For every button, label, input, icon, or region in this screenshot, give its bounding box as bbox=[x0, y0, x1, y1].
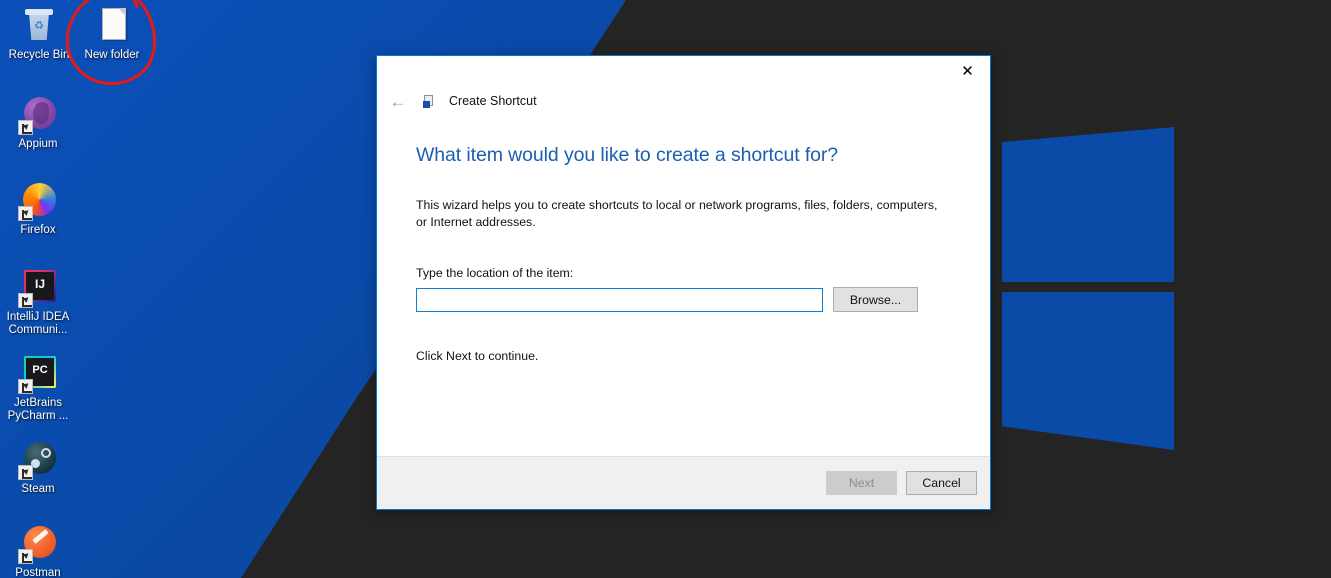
desktop-icon-label: Firefox bbox=[20, 224, 56, 236]
shortcut-overlay-icon bbox=[18, 293, 33, 308]
location-field-label: Type the location of the item: bbox=[416, 266, 574, 280]
appium-icon bbox=[18, 95, 58, 135]
desktop-icon-label: Steam bbox=[21, 483, 55, 495]
desktop-icon-recycle-bin[interactable]: ♻ Recycle Bin bbox=[1, 6, 77, 62]
recycle-bin-icon: ♻ bbox=[19, 6, 59, 46]
dialog-heading: What item would you like to create a sho… bbox=[416, 144, 839, 166]
shortcut-overlay-icon bbox=[18, 465, 33, 480]
back-arrow-icon[interactable]: ← bbox=[385, 88, 411, 114]
shortcut-overlay-icon bbox=[18, 379, 33, 394]
desktop-icon-appium[interactable]: Appium bbox=[0, 95, 76, 151]
pycharm-icon: PC bbox=[18, 354, 58, 394]
desktop-icon-firefox[interactable]: Firefox bbox=[0, 181, 76, 237]
desktop-icon-label: JetBrains PyCharm ... bbox=[7, 397, 69, 422]
dialog-title: Create Shortcut bbox=[449, 94, 537, 108]
create-shortcut-dialog: ✕ ← Create Shortcut What item would you … bbox=[376, 55, 991, 510]
desktop-icon-label: Appium bbox=[18, 138, 58, 150]
location-field-row: Browse... bbox=[416, 287, 950, 312]
browse-button[interactable]: Browse... bbox=[833, 287, 918, 312]
desktop-icon-label: New folder bbox=[84, 49, 140, 61]
windows-logo-pane-top bbox=[1002, 127, 1174, 282]
desktop-icon-intellij[interactable]: IJ IntelliJ IDEA Communi... bbox=[0, 268, 76, 337]
intellij-icon: IJ bbox=[18, 268, 58, 308]
desktop-icon-pycharm[interactable]: PC JetBrains PyCharm ... bbox=[0, 354, 76, 423]
shortcut-overlay-icon bbox=[18, 206, 33, 221]
close-icon[interactable]: ✕ bbox=[945, 56, 990, 86]
location-input[interactable] bbox=[416, 287, 823, 312]
firefox-icon bbox=[18, 181, 58, 221]
next-instruction-text: Click Next to continue. bbox=[416, 349, 539, 363]
desktop-icon-label: Postman bbox=[15, 567, 61, 578]
windows-logo-pane-bottom bbox=[1002, 292, 1174, 450]
desktop-icon-new-folder[interactable]: New folder bbox=[74, 6, 150, 62]
dialog-description: This wizard helps you to create shortcut… bbox=[416, 198, 938, 229]
postman-icon bbox=[18, 524, 58, 564]
shortcut-overlay-icon bbox=[18, 120, 33, 135]
next-button[interactable]: Next bbox=[826, 471, 897, 495]
dialog-navbar: ← Create Shortcut bbox=[377, 87, 990, 115]
desktop-icon-steam[interactable]: Steam bbox=[0, 440, 76, 496]
dialog-body: What item would you like to create a sho… bbox=[377, 115, 990, 456]
desktop-icon-label: IntelliJ IDEA Communi... bbox=[6, 311, 70, 336]
steam-icon bbox=[18, 440, 58, 480]
cancel-button[interactable]: Cancel bbox=[906, 471, 977, 495]
desktop-icon-label: Recycle Bin bbox=[8, 49, 70, 61]
dialog-titlebar: ✕ bbox=[377, 56, 990, 87]
desktop-icon-postman[interactable]: Postman bbox=[0, 524, 76, 578]
dialog-footer: Next Cancel bbox=[377, 456, 990, 509]
new-folder-icon bbox=[92, 6, 132, 46]
desktop-screen: ♻ Recycle Bin New folder Appium Firefox IJ Int… bbox=[0, 0, 1331, 578]
shortcut-icon bbox=[421, 93, 437, 109]
shortcut-overlay-icon bbox=[18, 549, 33, 564]
